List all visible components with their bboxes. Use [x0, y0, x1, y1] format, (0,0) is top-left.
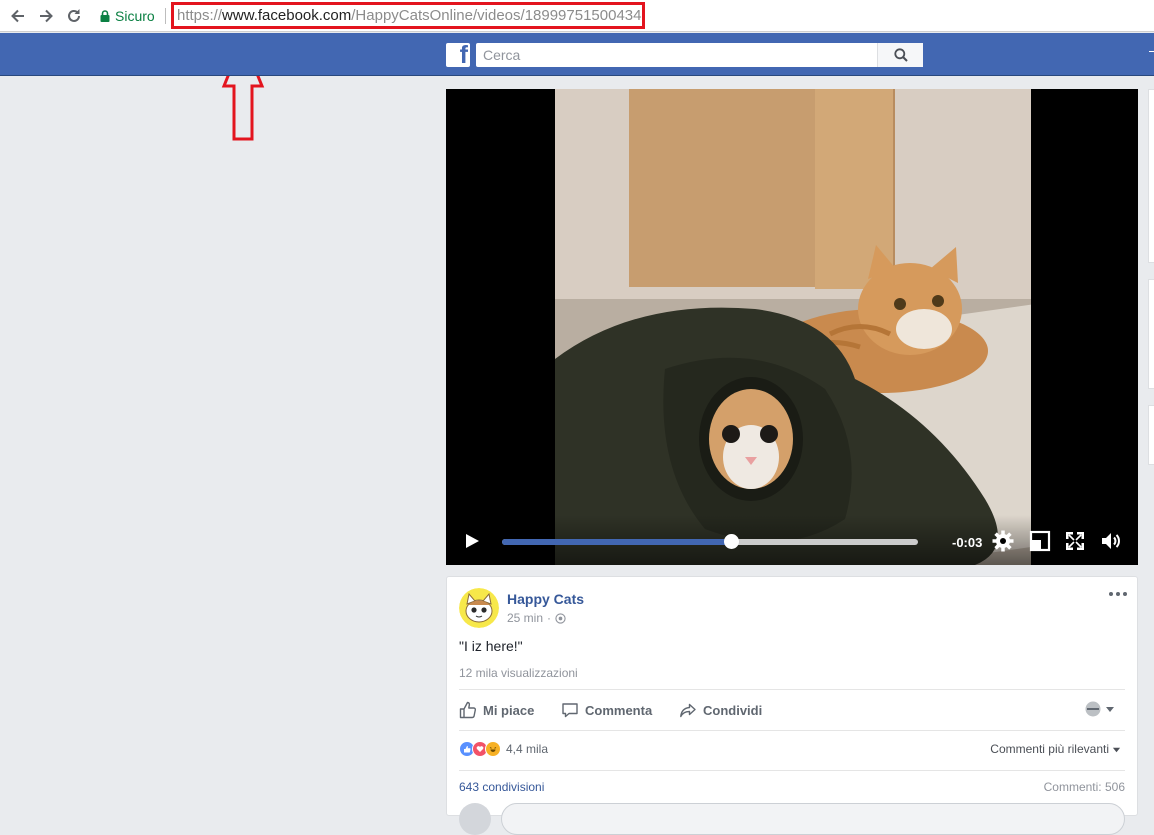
view-count: 12 mila visualizzazioni	[459, 666, 578, 680]
comment-icon	[562, 703, 578, 718]
post-time[interactable]: 25 min	[507, 611, 543, 625]
comments-count[interactable]: Commenti: 506	[1044, 780, 1125, 794]
fullscreen-icon[interactable]	[1063, 529, 1087, 553]
secure-label: Sicuro	[115, 8, 155, 24]
share-label: Condividi	[703, 702, 763, 718]
facebook-logo-letter: f	[459, 43, 468, 67]
more-options-icon[interactable]	[1109, 587, 1127, 601]
divider	[459, 730, 1125, 731]
reload-icon[interactable]	[64, 6, 84, 26]
meta-dot: ·	[547, 611, 552, 625]
shares-count[interactable]: 643 condivisioni	[459, 780, 544, 794]
sidebar-box	[1148, 405, 1154, 465]
header-edge-mark	[1149, 51, 1154, 52]
like-label: Mi piace	[483, 702, 535, 718]
page-avatar[interactable]	[459, 588, 499, 628]
chevron-down-icon	[1106, 707, 1114, 712]
post-meta: 25 min ·	[507, 611, 566, 625]
comments-sort-label: Commenti più rilevanti	[990, 742, 1109, 756]
forward-icon[interactable]	[36, 6, 56, 26]
search-button[interactable]	[877, 43, 923, 67]
progress-fill	[502, 539, 731, 545]
sidebar-box	[1148, 279, 1154, 389]
share-button[interactable]: Condividi	[679, 699, 762, 721]
lock-icon	[100, 10, 110, 22]
thumbs-up-icon	[459, 701, 477, 719]
url-path: /HappyCatsOnline/videos/1899975150043418…	[351, 7, 645, 24]
search-icon	[893, 48, 908, 62]
haha-reaction-icon	[485, 741, 501, 757]
page-name-link[interactable]: Happy Cats	[507, 591, 584, 607]
divider	[165, 8, 166, 24]
caret-down-icon	[1112, 747, 1121, 752]
reactions-summary[interactable]: 4,4 mila	[459, 741, 548, 757]
globe-icon	[555, 612, 566, 624]
address-bar[interactable]: https://www.facebook.com/HappyCatsOnline…	[171, 2, 645, 29]
search-bar	[476, 43, 923, 67]
post-card: Happy Cats 25 min · "I iz here!" 12 mila…	[446, 576, 1138, 835]
reactions-count: 4,4 mila	[506, 742, 549, 756]
video-frame	[555, 89, 1031, 565]
url-scheme: https://	[177, 7, 223, 24]
right-sidebar-edge	[1148, 89, 1154, 808]
progress-bar[interactable]	[502, 539, 918, 545]
divider	[459, 689, 1125, 690]
play-icon[interactable]	[462, 531, 482, 551]
like-button[interactable]: Mi piace	[459, 699, 534, 721]
settings-gear-icon[interactable]	[991, 529, 1015, 553]
video-player[interactable]: -0:03	[446, 89, 1138, 565]
browser-toolbar: Sicuro https://www.facebook.com/HappyCat…	[0, 0, 1154, 32]
facebook-header: f	[0, 33, 1154, 76]
volume-icon[interactable]	[1099, 529, 1123, 553]
post-text: "I iz here!"	[459, 638, 523, 654]
secure-indicator[interactable]: Sicuro	[100, 7, 155, 25]
divider	[459, 770, 1125, 771]
profile-avatar-icon	[1085, 701, 1101, 717]
comment-button[interactable]: Commenta	[561, 699, 652, 721]
reaction-profile-selector[interactable]	[1085, 701, 1115, 717]
comment-label: Commenta	[585, 702, 653, 718]
url-host: www.facebook.com	[222, 7, 352, 24]
sidebar-box	[1148, 89, 1154, 263]
video-controls: -0:03	[446, 515, 1138, 565]
remaining-time: -0:03	[952, 535, 983, 550]
progress-handle[interactable]	[723, 534, 739, 549]
back-icon[interactable]	[8, 6, 28, 26]
picture-in-picture-icon[interactable]	[1028, 529, 1052, 553]
search-input[interactable]	[476, 43, 876, 67]
cat-avatar-icon	[459, 588, 499, 628]
facebook-logo-icon[interactable]: f	[446, 43, 470, 67]
comments-sort-dropdown[interactable]: Commenti più rilevanti	[990, 742, 1121, 756]
share-icon	[680, 703, 696, 718]
